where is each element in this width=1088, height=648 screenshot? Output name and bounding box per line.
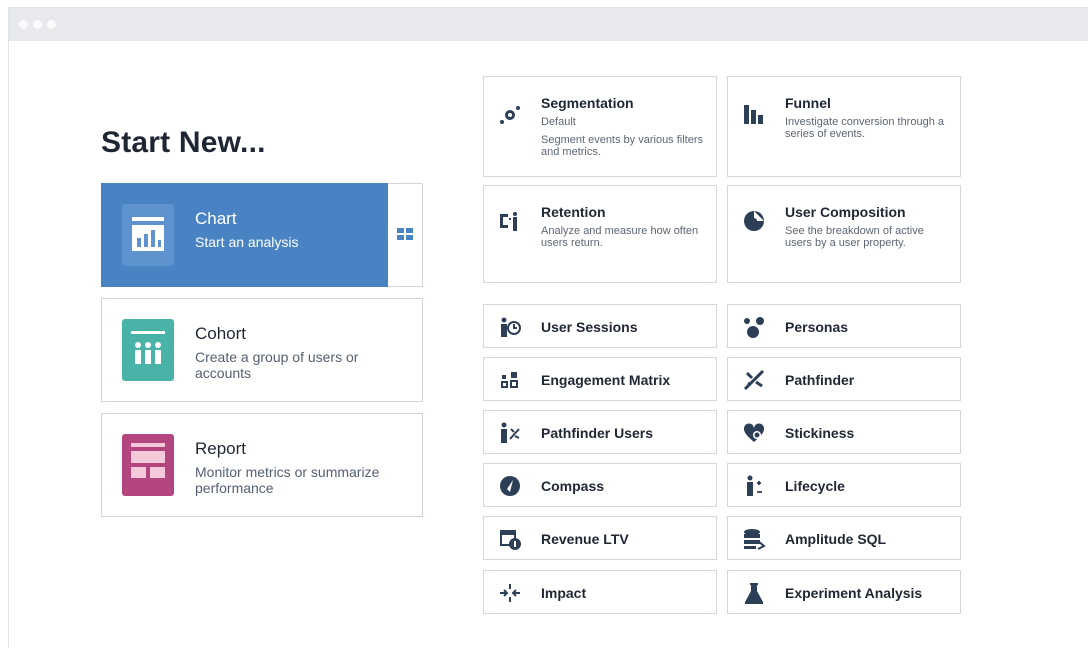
segmentation-description: Segment events by various filters and me… — [541, 134, 704, 158]
pathfinder-icon — [743, 369, 765, 391]
engagement-matrix-tile[interactable]: Engagement Matrix — [483, 357, 717, 401]
stickiness-title: Stickiness — [785, 425, 855, 441]
chart-card[interactable]: Chart Start an analysis — [101, 183, 388, 287]
lifecycle-icon — [747, 475, 762, 496]
revenue-ltv-tile[interactable]: Revenue LTV — [483, 516, 717, 560]
funnel-description: Investigate conversion through a series … — [785, 116, 944, 140]
segmentation-subtitle: Default — [541, 116, 576, 128]
funnel-title: Funnel — [785, 95, 831, 111]
compass-icon — [500, 476, 520, 496]
user-sessions-title: User Sessions — [541, 319, 638, 335]
report-card[interactable]: Report Monitor metrics or summarize perf… — [101, 413, 423, 517]
chart-grid-toggle[interactable] — [388, 183, 423, 287]
stickiness-icon — [743, 423, 765, 442]
user-sessions-tile[interactable]: User Sessions — [483, 304, 717, 348]
retention-tile[interactable]: Retention Analyze and measure how often … — [483, 185, 717, 283]
report-description: Monitor metrics or summarize performance — [195, 464, 380, 496]
user-composition-icon — [744, 211, 764, 231]
window-dot-icon[interactable] — [19, 20, 28, 29]
report-icon — [122, 434, 174, 496]
impact-tile[interactable]: Impact — [483, 570, 717, 614]
segmentation-tile[interactable]: Segmentation Default Segment events by v… — [483, 76, 717, 177]
retention-icon — [500, 212, 517, 231]
flask-icon — [745, 583, 763, 604]
pathfinder-users-icon — [501, 422, 520, 443]
segmentation-title: Segmentation — [541, 95, 634, 111]
experiment-analysis-title: Experiment Analysis — [785, 585, 923, 601]
lifecycle-title: Lifecycle — [785, 478, 845, 494]
compass-tile[interactable]: Compass — [483, 463, 717, 507]
page-title: Start New... — [101, 126, 266, 159]
window-dot-icon[interactable] — [47, 20, 56, 29]
pathfinder-title: Pathfinder — [785, 372, 855, 388]
cohort-title: Cohort — [195, 324, 247, 343]
revenue-ltv-title: Revenue LTV — [541, 531, 629, 547]
amplitude-sql-tile[interactable]: Amplitude SQL — [727, 516, 961, 560]
retention-description: Analyze and measure how often users retu… — [541, 225, 699, 249]
lifecycle-tile[interactable]: Lifecycle — [727, 463, 961, 507]
pathfinder-users-tile[interactable]: Pathfinder Users — [483, 410, 717, 454]
engagement-matrix-title: Engagement Matrix — [541, 372, 671, 388]
amplitude-sql-title: Amplitude SQL — [785, 531, 887, 547]
impact-title: Impact — [541, 585, 587, 601]
user-sessions-icon — [501, 317, 521, 337]
funnel-tile[interactable]: Funnel Investigate conversion through a … — [727, 76, 961, 177]
funnel-icon — [744, 105, 763, 124]
revenue-ltv-icon — [500, 530, 521, 550]
compass-title: Compass — [541, 478, 605, 494]
cohort-card[interactable]: Cohort Create a group of users or accoun… — [101, 298, 423, 402]
chart-icon — [122, 204, 174, 266]
grid-icon — [397, 228, 413, 240]
retention-title: Retention — [541, 204, 606, 220]
impact-icon — [500, 584, 520, 602]
pathfinder-users-title: Pathfinder Users — [541, 425, 654, 441]
user-composition-tile[interactable]: User Composition See the breakdown of ac… — [727, 185, 961, 283]
report-title: Report — [195, 439, 247, 458]
cohort-description: Create a group of users or accounts — [195, 349, 359, 381]
chart-title: Chart — [195, 209, 237, 228]
title-bar — [9, 8, 1088, 41]
user-composition-description: See the breakdown of active users by a u… — [785, 225, 924, 249]
personas-title: Personas — [785, 319, 849, 335]
pathfinder-tile[interactable]: Pathfinder — [727, 357, 961, 401]
amplitude-sql-icon — [744, 529, 766, 550]
personas-tile[interactable]: Personas — [727, 304, 961, 348]
experiment-analysis-tile[interactable]: Experiment Analysis — [727, 570, 961, 614]
cohort-icon — [122, 319, 174, 381]
personas-icon — [744, 317, 764, 338]
stickiness-tile[interactable]: Stickiness — [727, 410, 961, 454]
chart-description: Start an analysis — [195, 234, 299, 250]
window-dot-icon[interactable] — [33, 20, 42, 29]
segmentation-icon — [500, 106, 520, 124]
user-composition-title: User Composition — [785, 204, 906, 220]
engagement-matrix-icon — [501, 372, 518, 388]
